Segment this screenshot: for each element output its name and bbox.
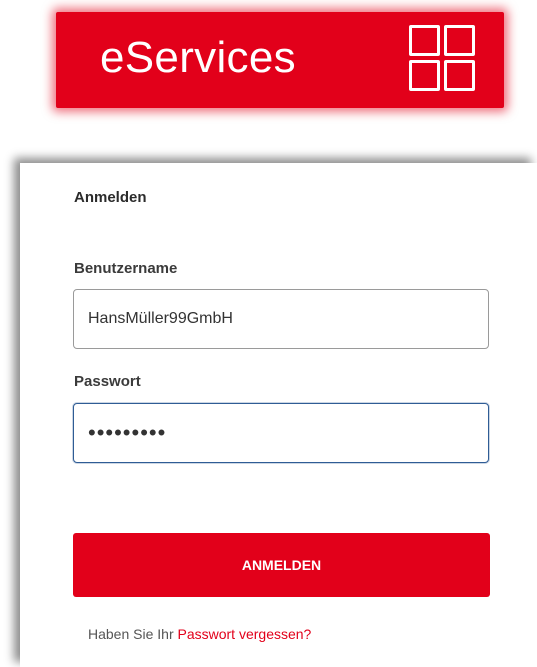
grid-square [409, 60, 440, 91]
page: eServices Anmelden Benutzername Passwort… [0, 0, 537, 667]
password-label: Passwort [74, 373, 141, 390]
forgot-password-link[interactable]: Passwort vergessen? [178, 626, 312, 642]
forgot-password-prefix: Haben Sie Ihr [88, 626, 174, 642]
banner-title: eServices [100, 33, 296, 82]
grid-square [444, 25, 475, 56]
username-label: Benutzername [74, 260, 178, 277]
eservices-banner: eServices [56, 12, 504, 108]
username-input[interactable] [73, 289, 489, 349]
grid-square [409, 25, 440, 56]
password-input[interactable] [73, 403, 489, 463]
login-card: Anmelden Benutzername Passwort ANMELDEN … [20, 163, 537, 667]
grid-icon [409, 25, 475, 91]
login-button[interactable]: ANMELDEN [73, 533, 490, 597]
forgot-password-line: Haben Sie Ihr Passwort vergessen? [88, 626, 311, 642]
grid-square [444, 60, 475, 91]
login-heading: Anmelden [74, 189, 147, 206]
